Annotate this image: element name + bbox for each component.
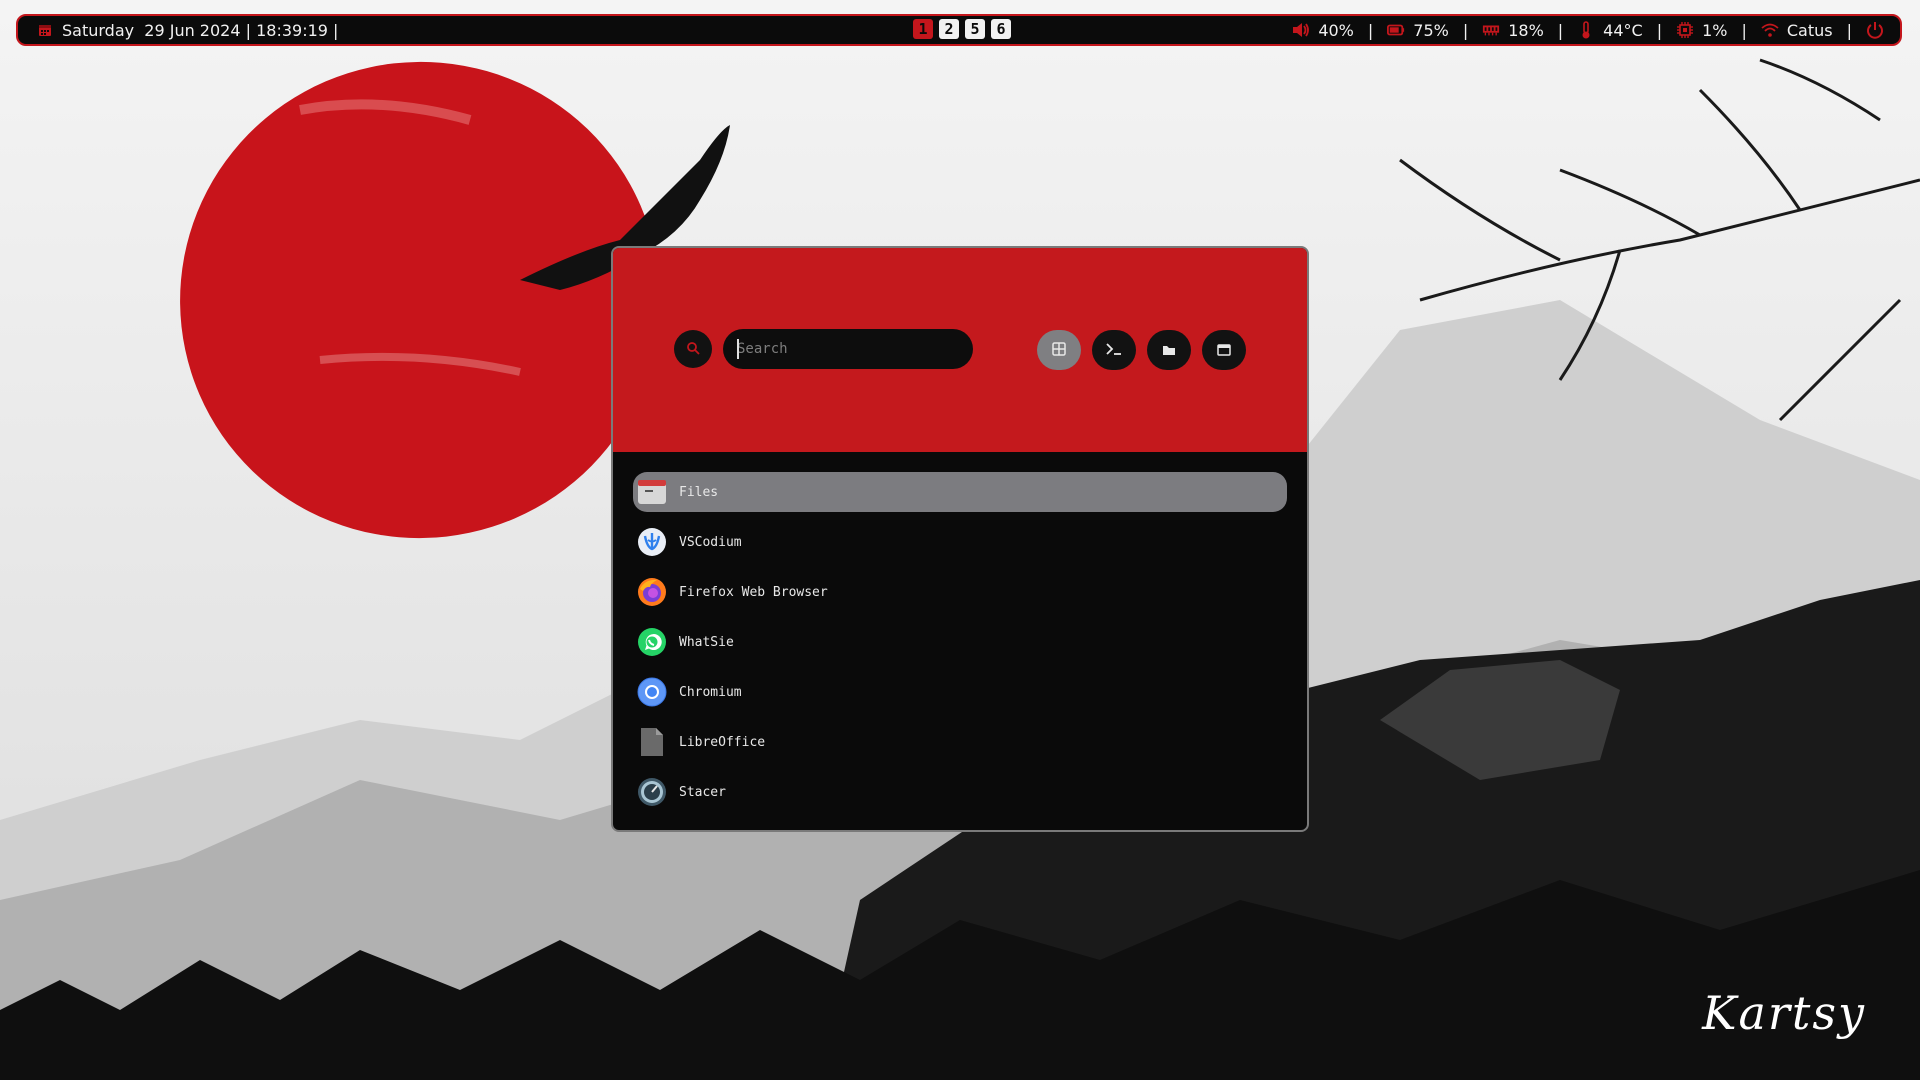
temperature-module[interactable]: 44°C [1577, 21, 1643, 40]
bar-left: Saturday 29 Jun 2024 | 18:39:19 | [36, 16, 338, 44]
list-item-libreoffice[interactable]: LibreOffice [633, 722, 1287, 762]
files-icon [637, 477, 667, 507]
app-label: Chromium [679, 684, 742, 700]
separator: | [1741, 20, 1747, 40]
app-label: LibreOffice [679, 734, 766, 750]
search-button[interactable] [674, 330, 712, 368]
cpu-icon [1676, 21, 1694, 39]
wifi-icon [1761, 21, 1779, 39]
search-input[interactable] [723, 329, 973, 369]
separator: | [1367, 20, 1374, 40]
cpu-value: 1% [1702, 20, 1728, 40]
battery-module[interactable]: 75% [1387, 21, 1449, 40]
app-label: WhatSie [679, 634, 734, 650]
separator: | [1846, 20, 1852, 40]
top-bar: Saturday 29 Jun 2024 | 18:39:19 | 1 2 5 … [16, 14, 1902, 46]
folder-icon [1162, 341, 1176, 360]
calendar-icon [36, 21, 54, 39]
clock-date[interactable]: Saturday 29 Jun 2024 | 18:39:19 | [62, 21, 338, 40]
workspace-1-button[interactable]: 1 [913, 19, 933, 39]
firefox-icon [637, 577, 667, 607]
list-item-stacer[interactable]: Stacer [633, 772, 1287, 812]
app-list: Files VSCodium Firefox Web Browser WhatS… [633, 472, 1287, 822]
cpu-module[interactable]: 1% [1676, 21, 1727, 40]
mode-files-button[interactable] [1147, 330, 1191, 370]
speaker-icon [1292, 21, 1310, 39]
window-icon [1217, 341, 1231, 360]
whatsapp-icon [637, 627, 667, 657]
signature-watermark: Kartsy [1702, 986, 1866, 1040]
stacer-icon [637, 777, 667, 807]
launcher-header [613, 248, 1307, 452]
mode-apps-button[interactable] [1037, 330, 1081, 370]
workspace-6-button[interactable]: 6 [991, 19, 1011, 39]
list-item-whatsie[interactable]: WhatSie [633, 622, 1287, 662]
workspace-2-button[interactable]: 2 [939, 19, 959, 39]
app-label: Stacer [679, 784, 726, 800]
volume-value: 40% [1318, 20, 1354, 40]
app-launcher: Files VSCodium Firefox Web Browser WhatS… [611, 246, 1309, 832]
list-item-firefox[interactable]: Firefox Web Browser [633, 572, 1287, 612]
network-module[interactable]: Catus [1761, 21, 1833, 40]
mode-run-button[interactable] [1092, 330, 1136, 370]
list-item-chromium[interactable]: Chromium [633, 672, 1287, 712]
terminal-icon [1105, 341, 1123, 360]
separator: | [1656, 20, 1663, 40]
battery-icon [1387, 21, 1405, 39]
workspace-5-button[interactable]: 5 [965, 19, 985, 39]
separator: | [1462, 20, 1469, 40]
memory-icon [1482, 21, 1500, 39]
libreoffice-icon [637, 727, 667, 757]
list-item-vscodium[interactable]: VSCodium [633, 522, 1287, 562]
power-icon[interactable] [1866, 21, 1884, 39]
memory-value: 18% [1508, 20, 1544, 40]
separator: | [1557, 20, 1564, 40]
list-item-files[interactable]: Files [633, 472, 1287, 512]
memory-module[interactable]: 18% [1482, 21, 1544, 40]
thermometer-icon [1577, 21, 1595, 39]
bar-right: 40% | 75% | 18% | 44°C | 1% | Catus | [1292, 16, 1884, 44]
app-label: VSCodium [679, 534, 742, 550]
chromium-icon [637, 677, 667, 707]
battery-value: 75% [1413, 20, 1449, 40]
mode-windows-button[interactable] [1202, 330, 1246, 370]
app-label: Firefox Web Browser [679, 584, 828, 600]
workspace-switcher: 1 2 5 6 [913, 19, 1011, 39]
text-caret [737, 339, 739, 359]
temperature-value: 44°C [1603, 20, 1643, 40]
network-name: Catus [1786, 20, 1833, 40]
vscodium-icon [637, 527, 667, 557]
grid-icon [1052, 341, 1066, 360]
volume-module[interactable]: 40% [1292, 21, 1354, 40]
app-label: Files [679, 484, 719, 500]
search-icon [686, 340, 700, 359]
